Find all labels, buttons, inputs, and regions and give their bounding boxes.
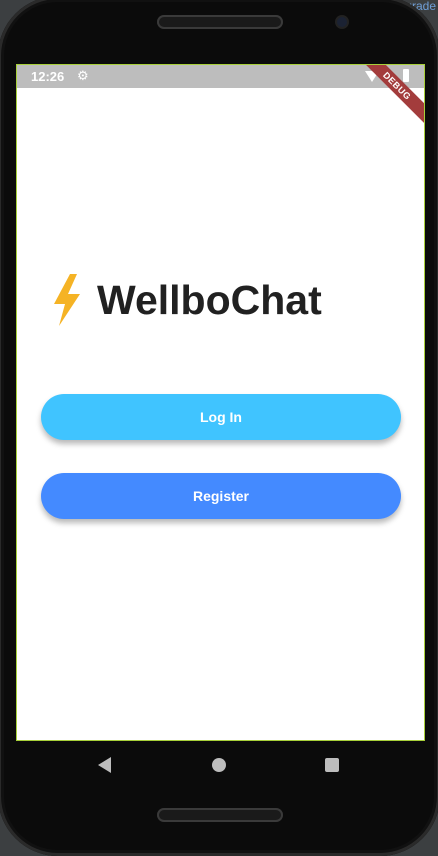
- battery-icon: [403, 69, 409, 82]
- status-time: 12:26: [31, 69, 65, 84]
- navigation-bar: [16, 741, 425, 791]
- top-speaker: [157, 15, 283, 29]
- recents-square-icon[interactable]: [325, 758, 339, 772]
- register-button[interactable]: Register: [41, 473, 401, 519]
- lightning-bolt-icon: [54, 274, 80, 326]
- back-triangle-icon[interactable]: [98, 757, 111, 773]
- app-logo: WellboChat: [51, 270, 322, 330]
- gear-icon: ⚙: [77, 68, 89, 83]
- app-screen: 12:26 ⚙ DEBUG WellboChat Log In Register: [16, 64, 425, 741]
- device-frame: Upgrade 12:26 ⚙ DEBUG WellboChat Log In …: [0, 0, 438, 856]
- bottom-speaker: [157, 808, 283, 822]
- home-circle-icon[interactable]: [212, 758, 226, 772]
- login-button[interactable]: Log In: [41, 394, 401, 440]
- app-title: WellboChat: [97, 276, 322, 323]
- status-bar: 12:26 ⚙: [17, 65, 424, 88]
- front-camera: [337, 17, 347, 27]
